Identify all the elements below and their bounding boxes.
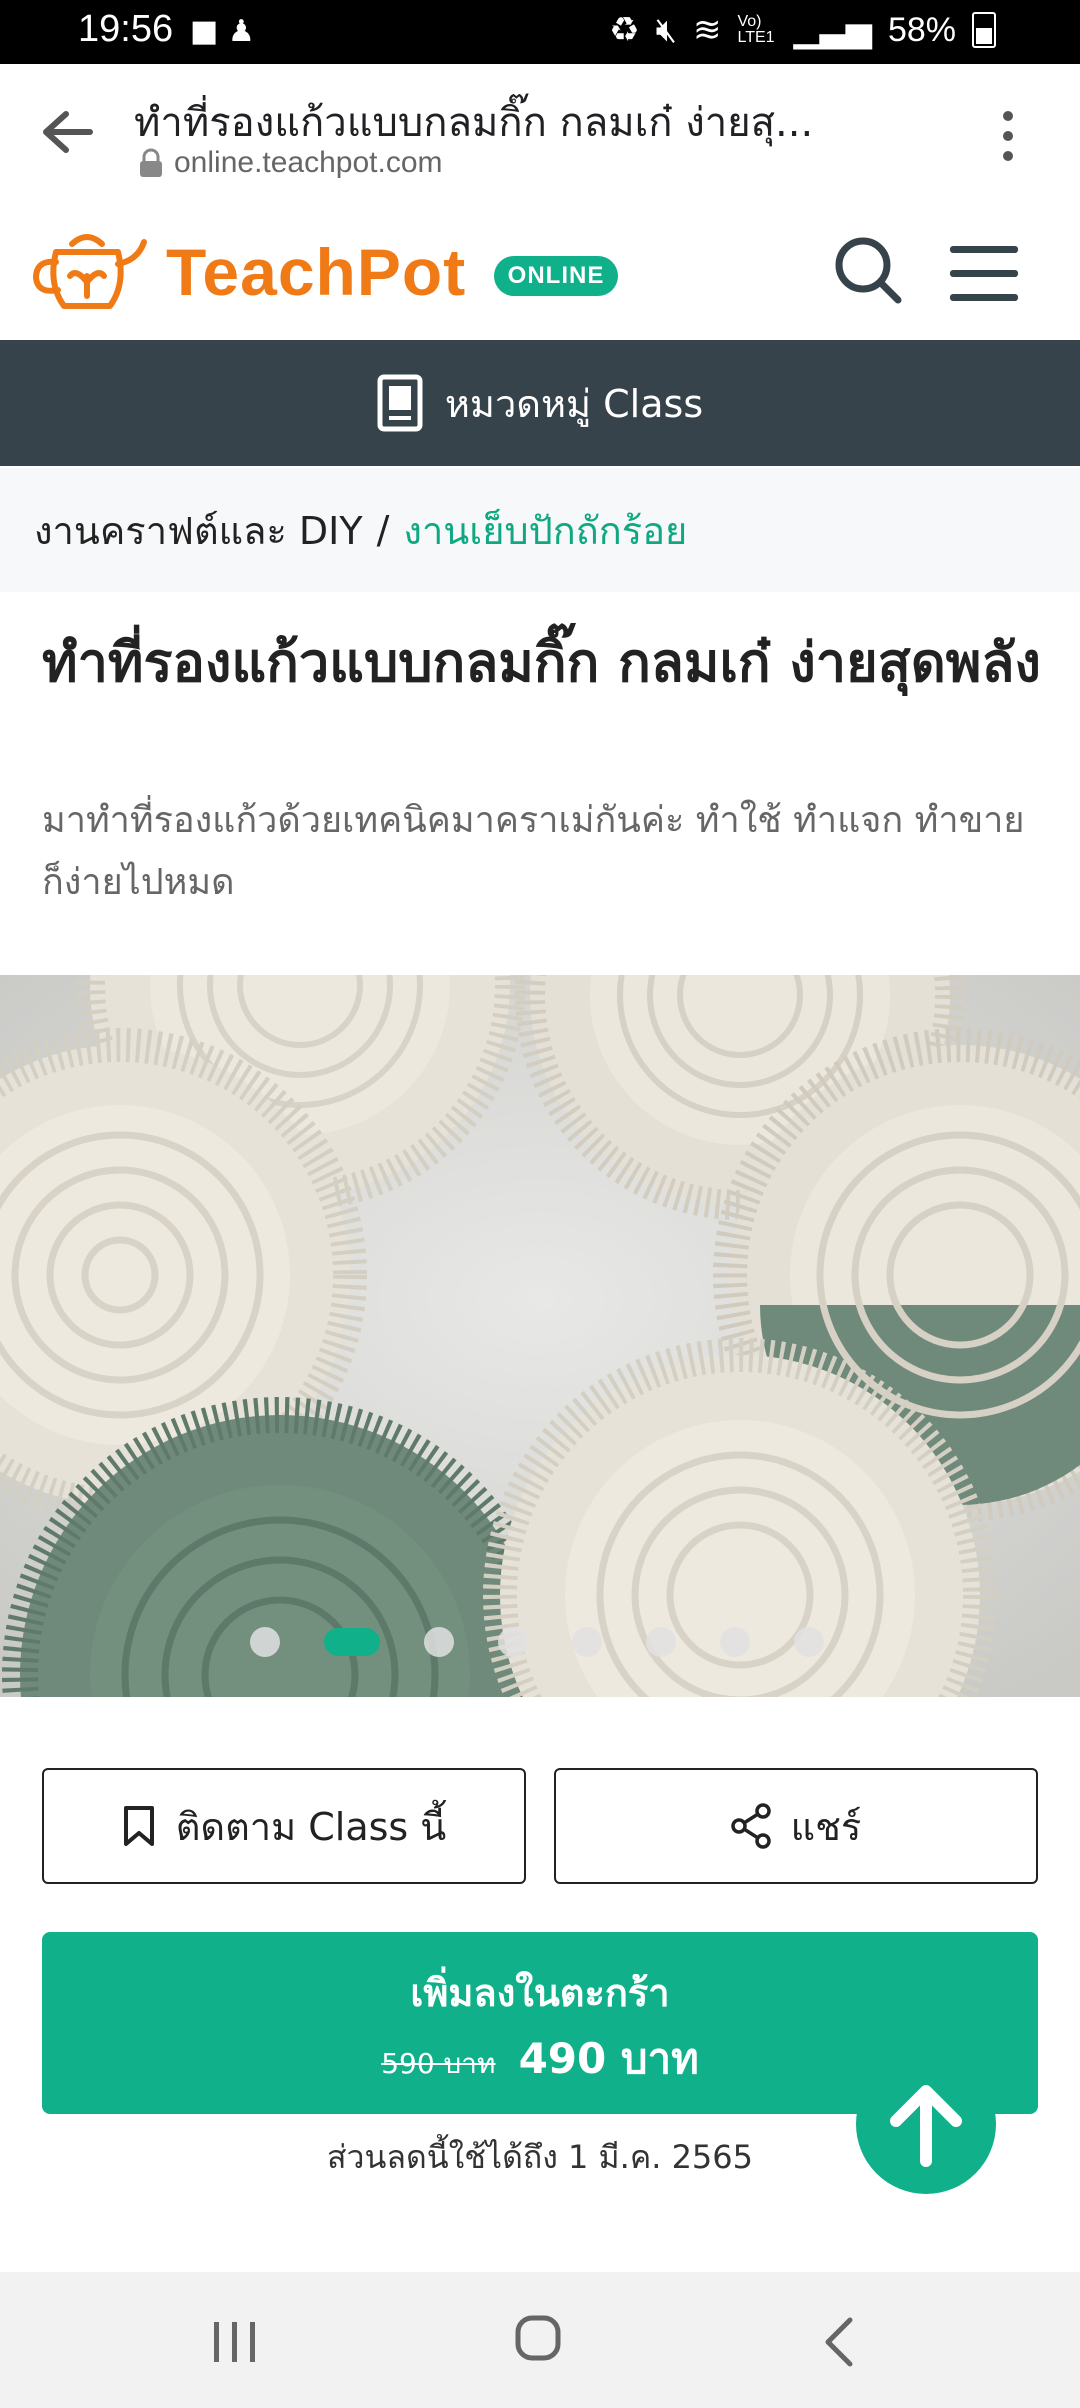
category-label: หมวดหมู่ Class bbox=[444, 381, 704, 426]
breadcrumb: งานคราฟต์และ DIY / งานเย็บปักถักร้อย bbox=[0, 468, 1080, 592]
system-navigation-bar bbox=[0, 2272, 1080, 2408]
course-image-carousel[interactable] bbox=[0, 975, 1080, 1697]
wifi-icon: ≋ bbox=[692, 11, 722, 49]
category-bar[interactable]: หมวดหมู่ Class bbox=[0, 340, 1080, 466]
network-label: Vo) LTE1 bbox=[737, 13, 775, 46]
data-saver-icon: ♻ bbox=[609, 11, 640, 49]
follow-class-button[interactable]: ติดตาม Class นี้ bbox=[42, 1768, 526, 1884]
follow-label: ติดตาม Class นี้ bbox=[175, 1804, 447, 1849]
bookmark-icon bbox=[123, 1806, 154, 1846]
new-price: 490 บาท bbox=[518, 2034, 699, 2083]
share-label: แชร์ bbox=[790, 1804, 862, 1849]
home-icon[interactable] bbox=[514, 2314, 562, 2362]
breadcrumb-separator: / bbox=[376, 508, 390, 552]
logo-text[interactable]: TeachPot bbox=[166, 234, 466, 310]
battery-icon bbox=[972, 12, 996, 48]
carousel-dot[interactable] bbox=[324, 1628, 380, 1656]
signal-icon: ▁▃▅ bbox=[793, 11, 872, 49]
site-header: TeachPot ONLINE bbox=[0, 200, 1080, 340]
carousel-dot[interactable] bbox=[572, 1627, 602, 1657]
scroll-to-top-button[interactable] bbox=[856, 2054, 996, 2194]
browser-url-bar: ทำที่รองแก้วแบบกลมกิ๊ก กลมเก๋ ง่ายสุ... … bbox=[0, 64, 1080, 202]
lock-icon bbox=[140, 148, 162, 177]
search-icon[interactable] bbox=[832, 234, 904, 306]
browser-url[interactable]: online.teachpot.com bbox=[174, 146, 443, 180]
carousel-dot[interactable] bbox=[498, 1627, 528, 1657]
add-to-cart-label: เพิ่มลงในตะกร้า bbox=[410, 1971, 670, 2015]
online-badge: ONLINE bbox=[494, 256, 618, 296]
recent-apps-icon[interactable] bbox=[210, 2320, 260, 2364]
hamburger-menu-icon[interactable] bbox=[950, 244, 1018, 302]
carousel-dot[interactable] bbox=[250, 1627, 280, 1657]
status-bar: 19:56 ■ ♟ ♻ 🔇︎ ≋ Vo) LTE1 ▁▃▅ 58% bbox=[0, 0, 1080, 64]
breadcrumb-item-sewing[interactable]: งานเย็บปักถักร้อย bbox=[403, 500, 687, 561]
book-icon bbox=[377, 374, 423, 432]
carousel-dot[interactable] bbox=[794, 1627, 824, 1657]
status-time: 19:56 bbox=[78, 8, 174, 50]
carousel-dot[interactable] bbox=[720, 1627, 750, 1657]
browser-page-title[interactable]: ทำที่รองแก้วแบบกลมกิ๊ก กลมเก๋ ง่ายสุ... bbox=[134, 90, 914, 154]
breadcrumb-item-craft[interactable]: งานคราฟต์และ DIY bbox=[34, 500, 363, 561]
old-price: 590 บาท bbox=[381, 2047, 496, 2080]
system-back-icon[interactable] bbox=[822, 2316, 856, 2368]
teapot-logo-icon[interactable] bbox=[26, 224, 148, 314]
back-arrow-icon[interactable] bbox=[38, 108, 94, 156]
kebab-icon[interactable] bbox=[996, 106, 1020, 166]
carousel-dot[interactable] bbox=[646, 1627, 676, 1657]
notification-icons: ■ ♟ bbox=[190, 14, 255, 49]
mute-icon: 🔇︎ bbox=[655, 10, 677, 49]
arrow-up-icon bbox=[890, 2085, 962, 2167]
carousel-dot[interactable] bbox=[424, 1627, 454, 1657]
share-icon bbox=[730, 1803, 771, 1849]
macrame-coasters-image bbox=[0, 975, 1080, 1697]
battery-percent: 58% bbox=[887, 10, 956, 49]
carousel-dots bbox=[250, 1627, 824, 1657]
course-title: ทำที่รองแก้วแบบกลมกิ๊ก กลมเก๋ ง่ายสุดพลั… bbox=[42, 631, 1041, 694]
status-right-icons: ♻ 🔇︎ ≋ Vo) LTE1 ▁▃▅ 58% bbox=[609, 10, 996, 50]
share-button[interactable]: แชร์ bbox=[554, 1768, 1038, 1884]
course-subtitle: มาทำที่รองแก้วด้วยเทคนิคมาคราเม่กันค่ะ ท… bbox=[42, 800, 1025, 903]
